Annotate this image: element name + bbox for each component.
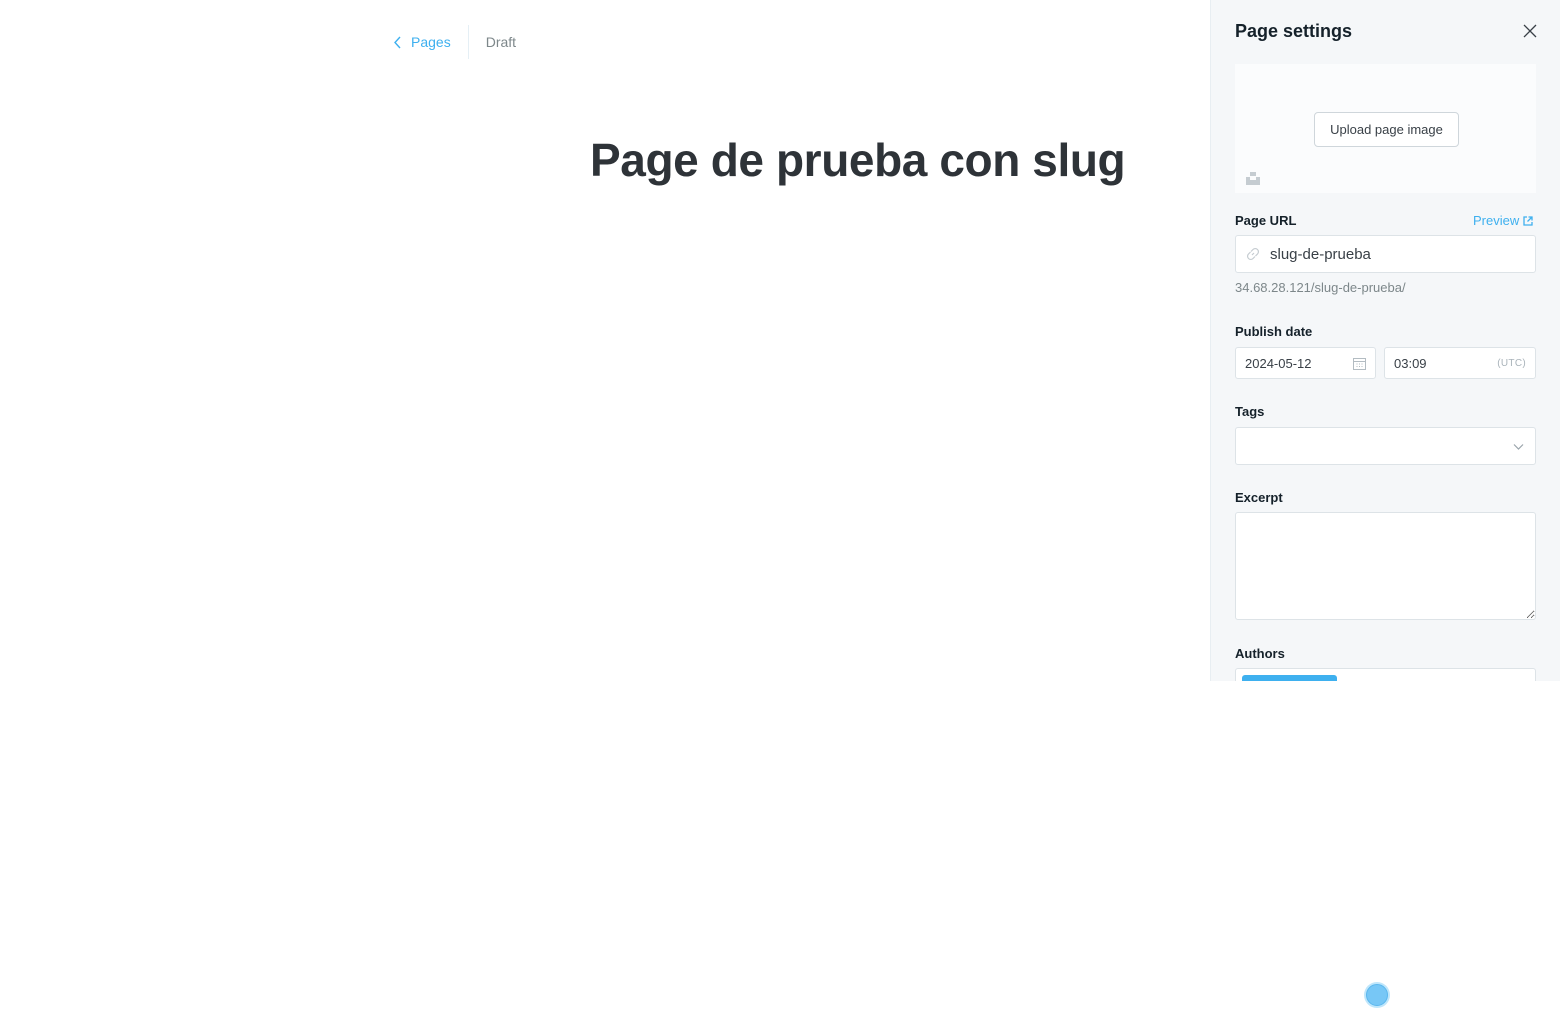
- page-settings-panel: Page settings Upload page image Page URL…: [1210, 0, 1560, 681]
- page-url-label: Page URL: [1235, 213, 1297, 228]
- excerpt-textarea[interactable]: [1235, 512, 1536, 620]
- excerpt-label: Excerpt: [1235, 490, 1283, 505]
- publish-date-input[interactable]: 2024-05-12: [1235, 347, 1376, 379]
- editor-canvas: Pages Draft Page de prueba con slug: [0, 0, 1210, 1021]
- settings-panel-title: Page settings: [1235, 21, 1353, 41]
- cursor-indicator: [1366, 984, 1388, 1006]
- external-link-icon: [1523, 215, 1533, 226]
- chevron-down-icon: [1513, 444, 1524, 450]
- link-icon: [1246, 247, 1260, 261]
- preview-label: Preview: [1473, 213, 1520, 228]
- page-title[interactable]: Page de prueba con slug: [590, 133, 1126, 187]
- close-settings-button[interactable]: [1522, 23, 1538, 39]
- calendar-icon[interactable]: [1353, 357, 1366, 370]
- authors-label: Authors: [1235, 646, 1285, 661]
- publish-date-value: 2024-05-12: [1245, 355, 1312, 371]
- chevron-left-icon: [394, 36, 401, 48]
- author-token[interactable]: [1242, 675, 1337, 681]
- page-url-help: 34.68.28.121/slug-de-prueba/: [1235, 280, 1406, 295]
- publish-date-label: Publish date: [1235, 324, 1313, 339]
- back-link-label: Pages: [411, 34, 451, 50]
- close-icon: [1523, 24, 1537, 38]
- slug-input[interactable]: [1270, 245, 1510, 263]
- tags-label: Tags: [1235, 404, 1265, 419]
- upload-page-image-button[interactable]: Upload page image: [1314, 112, 1459, 147]
- publish-time-input[interactable]: 03:09 (UTC): [1384, 347, 1536, 379]
- unsplash-icon[interactable]: [1246, 171, 1260, 185]
- page-image-dropzone[interactable]: Upload page image: [1235, 64, 1536, 193]
- authors-select[interactable]: [1235, 668, 1536, 681]
- preview-link[interactable]: Preview: [1473, 213, 1533, 228]
- timezone-label: (UTC): [1497, 357, 1526, 369]
- tags-select[interactable]: [1235, 427, 1536, 465]
- publish-time-value: 03:09: [1394, 355, 1427, 371]
- back-to-pages-link[interactable]: Pages: [393, 25, 468, 59]
- editor-topbar: Pages Draft: [393, 25, 516, 59]
- page-url-field[interactable]: [1235, 235, 1536, 273]
- post-status: Draft: [485, 34, 517, 50]
